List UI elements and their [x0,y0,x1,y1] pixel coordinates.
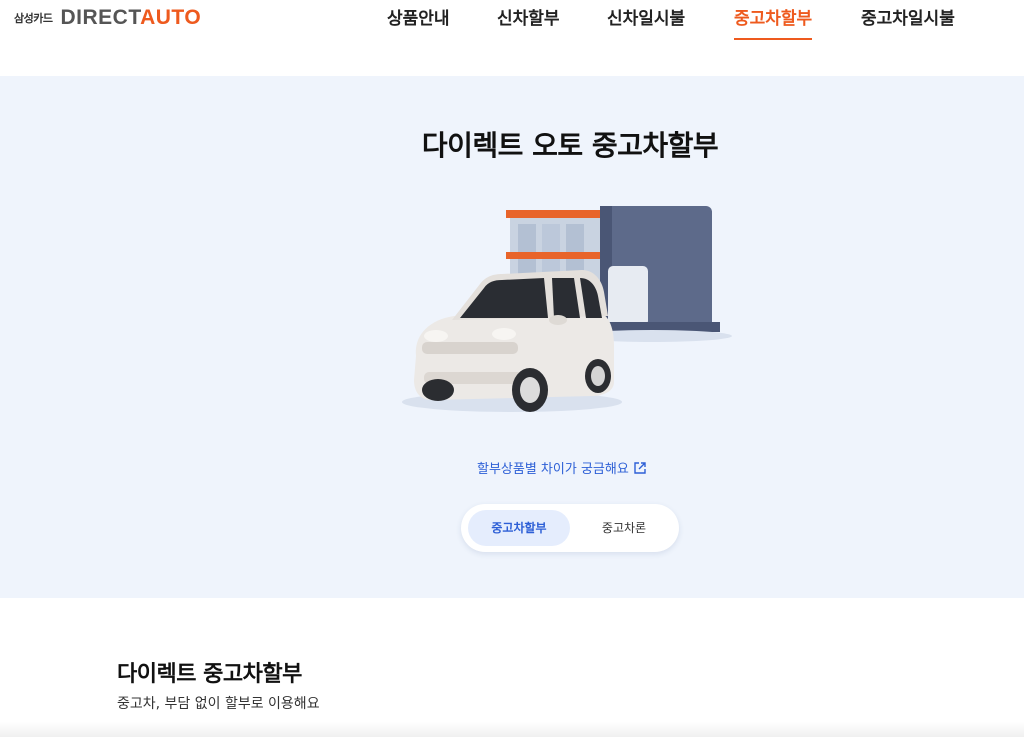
toggle-used-car-loan[interactable]: 중고차론 [574,510,674,546]
main-nav: 상품안내 신차할부 신차일시불 중고차할부 중고차일시불 [0,8,1024,40]
section-subtitle: 중고차, 부담 없이 할부로 이용해요 [117,696,320,712]
product-toggle: 중고차할부 중고차론 [461,504,679,552]
nav-new-car-lump-sum[interactable]: 신차일시불 [607,8,685,38]
nav-used-car-installment[interactable]: 중고차할부 [734,8,813,40]
nav-used-car-lump-sum[interactable]: 중고차일시불 [861,8,955,38]
product-difference-link[interactable]: 할부상품별 차이가 궁금해요 [477,458,647,477]
section-title: 다이렉트 중고차할부 [117,662,302,687]
hero-title: 다이렉트 오토 중고차할부 [421,129,719,162]
nav-product-info[interactable]: 상품안내 [387,8,450,38]
toggle-used-car-installment[interactable]: 중고차할부 [468,510,570,546]
external-link-icon [634,461,646,474]
hero-section: 다이렉트 오토 중고차할부 할부상품별 차이가 궁금해요 중고차할부 중고차론 [0,76,1024,598]
car-dealership-illustration [402,206,732,412]
nav-new-car-installment[interactable]: 신차할부 [497,8,560,38]
product-difference-link-text: 할부상품별 차이가 궁금해요 [477,462,629,477]
bottom-divider [0,722,1024,737]
site-header: 삼성카드 DIRECTAUTO 상품안내 신차할부 신차일시불 중고차할부 중고… [0,0,1024,76]
